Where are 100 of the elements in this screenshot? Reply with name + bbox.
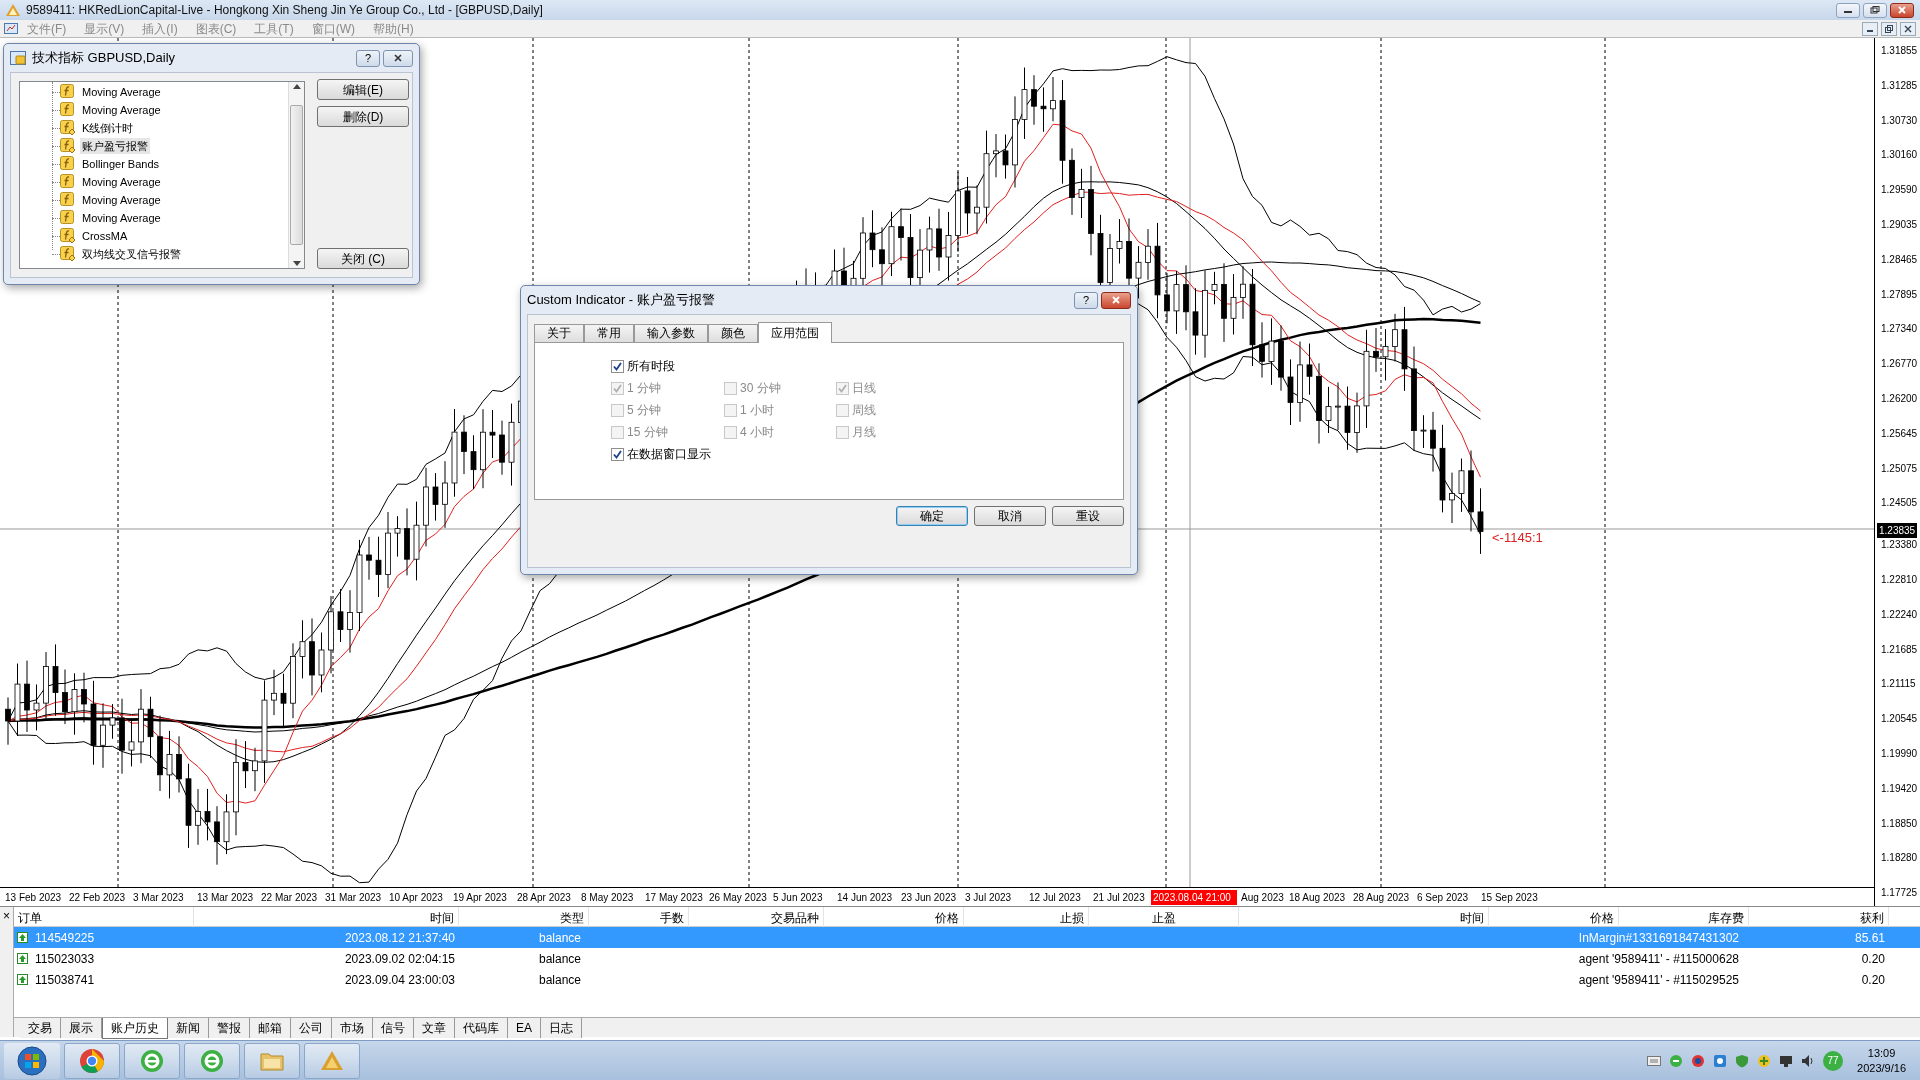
globe-icon bbox=[199, 1047, 225, 1074]
price-label: 1.18850 bbox=[1881, 816, 1918, 831]
list-item[interactable]: Moving Average bbox=[80, 173, 163, 191]
list-item[interactable]: Bollinger Bands bbox=[80, 155, 162, 173]
taskbar-button[interactable] bbox=[124, 1042, 180, 1079]
close-button[interactable]: × bbox=[3, 907, 10, 925]
close-button[interactable] bbox=[1900, 21, 1916, 36]
tab[interactable]: 颜色 bbox=[708, 324, 758, 342]
checkbox-label: 15 分钟 bbox=[627, 424, 668, 441]
checkbox-label: 日线 bbox=[852, 380, 876, 397]
indicator-icon bbox=[60, 84, 76, 100]
tab[interactable]: 文章 bbox=[414, 1018, 455, 1038]
keyboard-icon[interactable] bbox=[1647, 1055, 1662, 1066]
checkbox-label: 1 分钟 bbox=[627, 380, 661, 397]
close-icon bbox=[1897, 6, 1907, 14]
checkbox[interactable] bbox=[611, 359, 624, 373]
price-label: 1.28465 bbox=[1881, 252, 1918, 267]
scrollbar-thumb[interactable] bbox=[290, 105, 303, 245]
tab[interactable]: 关于 bbox=[534, 324, 584, 342]
tab[interactable]: 新闻 bbox=[168, 1018, 209, 1038]
current-price-label: 1.23835 bbox=[1877, 523, 1918, 538]
start-button[interactable] bbox=[4, 1042, 60, 1079]
help-button[interactable]: ? bbox=[1073, 291, 1098, 309]
scroll-up-icon[interactable] bbox=[292, 84, 301, 89]
app-logo-icon bbox=[6, 4, 20, 16]
dialog-button[interactable]: 关闭 (C) bbox=[317, 248, 409, 269]
table-row[interactable]: 115038741 2023.09.04 23:00:03 balance agent '9589411' - #115029525 0.20 bbox=[14, 969, 1920, 990]
price-label: 1.31285 bbox=[1881, 78, 1918, 93]
list-item[interactable]: 双均线交叉信号报警 bbox=[80, 245, 183, 263]
close-button[interactable] bbox=[1101, 291, 1131, 309]
network-icon[interactable] bbox=[1779, 1053, 1794, 1068]
scroll-down-icon[interactable] bbox=[292, 261, 301, 266]
tab[interactable]: EA bbox=[508, 1018, 541, 1038]
custom-indicator-icon bbox=[60, 138, 76, 154]
tab[interactable]: 公司 bbox=[291, 1018, 332, 1038]
close-button[interactable] bbox=[383, 49, 413, 67]
table-cell-text: 0.20 bbox=[1860, 971, 1886, 989]
date-label: 22 Mar 2023 bbox=[261, 890, 319, 905]
tab[interactable]: 信号 bbox=[373, 1018, 414, 1038]
taskbar-button[interactable] bbox=[64, 1042, 120, 1079]
clock-date[interactable]: 2023/9/16 bbox=[1857, 1060, 1906, 1076]
list-item[interactable]: 账户盈亏报警 bbox=[80, 137, 150, 155]
plus-icon[interactable] bbox=[1757, 1053, 1772, 1068]
tab[interactable]: 常用 bbox=[584, 324, 634, 342]
table-cell-text: 85.61 bbox=[1853, 929, 1886, 947]
date-label: 8 May 2023 bbox=[581, 890, 635, 905]
list-item[interactable]: K线倒计时 bbox=[80, 119, 136, 137]
tab[interactable]: 展示 bbox=[61, 1018, 102, 1038]
dialog-button[interactable]: 删除(D) bbox=[317, 106, 409, 127]
speaker-icon[interactable] bbox=[1801, 1053, 1816, 1068]
list-item[interactable]: Moving Average bbox=[80, 209, 163, 227]
tab[interactable]: 账户历史 bbox=[102, 1018, 168, 1039]
minimize-button[interactable] bbox=[1862, 21, 1878, 36]
tab[interactable]: 警报 bbox=[209, 1018, 250, 1038]
tab[interactable]: 输入参数 bbox=[634, 324, 708, 342]
list-item[interactable]: Moving Average bbox=[80, 101, 163, 119]
table-row[interactable]: 115023033 2023.09.02 02:04:15 balance agent '9589411' - #115000628 0.20 bbox=[14, 948, 1920, 969]
close-icon bbox=[1904, 24, 1912, 33]
tab[interactable]: 应用范围 bbox=[758, 322, 832, 343]
checkbox-label: 在数据窗口显示 bbox=[627, 446, 711, 463]
price-label: 1.22240 bbox=[1881, 607, 1918, 622]
globe-icon[interactable] bbox=[1669, 1053, 1684, 1068]
price-label: 1.27340 bbox=[1881, 322, 1918, 337]
tab[interactable]: 交易 bbox=[20, 1018, 61, 1038]
price-label: 1.25075 bbox=[1881, 461, 1918, 476]
browser-icon bbox=[79, 1047, 105, 1074]
tab[interactable]: 代码库 bbox=[455, 1018, 508, 1038]
tab[interactable]: 日志 bbox=[541, 1018, 582, 1038]
dialog-button[interactable]: 编辑(E) bbox=[317, 79, 409, 100]
tab[interactable]: 市场 bbox=[332, 1018, 373, 1038]
table-cell-text: 115038741 bbox=[34, 971, 96, 989]
dialog-title: 技术指标 GBPUSD,Daily bbox=[32, 49, 176, 68]
list-item[interactable]: Moving Average bbox=[80, 83, 163, 101]
table-cell-text: agent '9589411' - #115000628 bbox=[1577, 950, 1740, 968]
list-item[interactable]: Moving Average bbox=[80, 191, 163, 209]
table-cell-text: balance bbox=[538, 950, 583, 968]
help-button[interactable]: ? bbox=[355, 49, 380, 67]
date-label: 22 Feb 2023 bbox=[69, 890, 127, 905]
tab[interactable]: 邮箱 bbox=[250, 1018, 291, 1038]
close-button[interactable] bbox=[1890, 2, 1914, 18]
table-cell-text: 115023033 bbox=[34, 950, 96, 968]
price-label: 1.24505 bbox=[1881, 496, 1918, 511]
dialog-button[interactable]: 确定 bbox=[896, 506, 968, 526]
price-label: 1.20545 bbox=[1881, 712, 1918, 727]
price-label: 1.17725 bbox=[1881, 886, 1918, 901]
table-cell-text: 2023.09.02 02:04:15 bbox=[343, 950, 456, 968]
table-cell-text: 114549225 bbox=[34, 929, 96, 947]
checkbox[interactable] bbox=[611, 447, 624, 461]
dialog-button[interactable]: 取消 bbox=[974, 506, 1046, 526]
dialog-button[interactable]: 重设 bbox=[1052, 506, 1124, 526]
restore-button[interactable] bbox=[1863, 2, 1887, 18]
close-icon bbox=[393, 54, 403, 62]
taskbar-button[interactable] bbox=[184, 1042, 240, 1079]
indicator-icon bbox=[60, 192, 76, 208]
chart-annotation: <-1145:1 bbox=[1492, 530, 1543, 545]
clock-time[interactable]: 13:09 bbox=[1867, 1045, 1896, 1061]
price-label: 1.19420 bbox=[1881, 781, 1918, 796]
list-item[interactable]: CrossMA bbox=[80, 227, 130, 245]
restore-button[interactable] bbox=[1881, 21, 1897, 36]
minimize-button[interactable] bbox=[1836, 2, 1860, 18]
